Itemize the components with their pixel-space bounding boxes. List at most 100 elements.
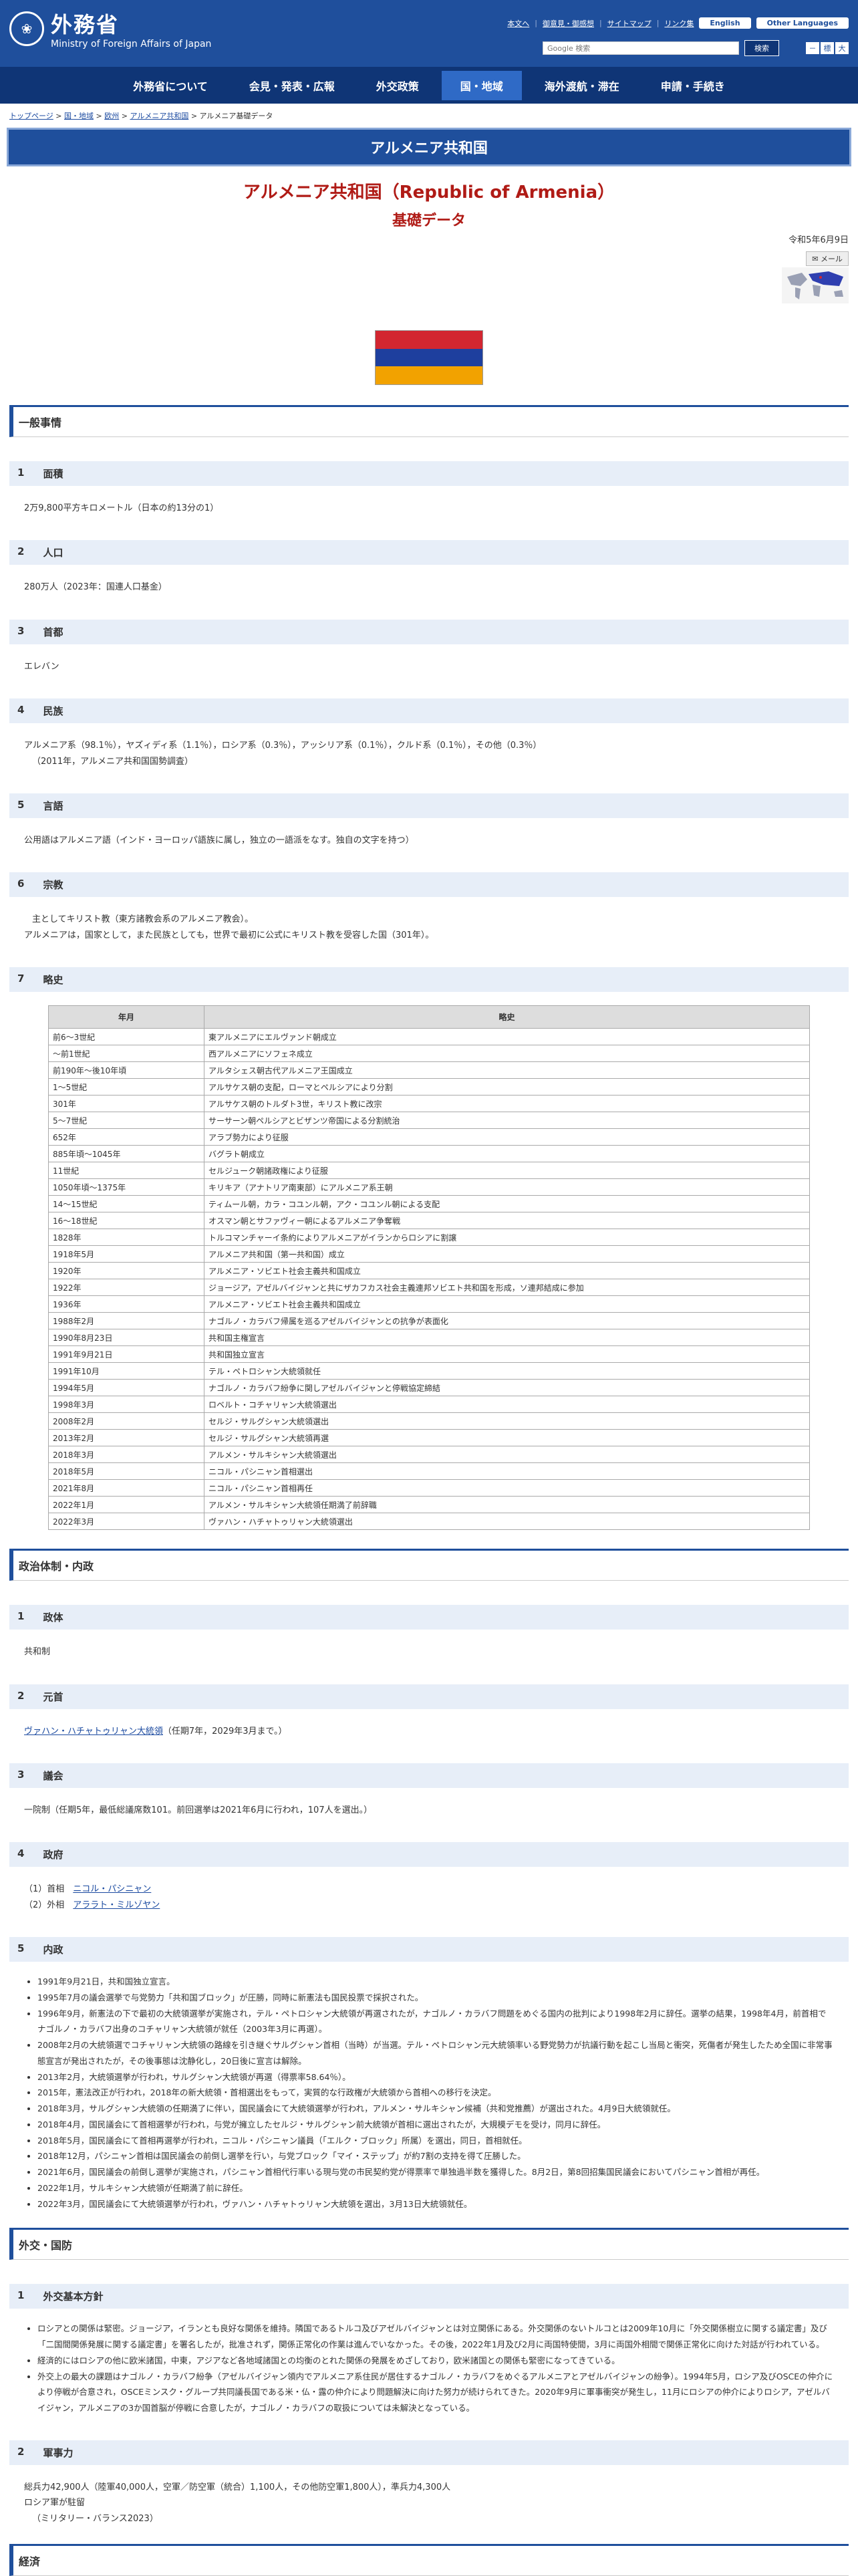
president-link[interactable]: ヴァハン・ハチャトゥリャン大統領: [24, 1726, 163, 1736]
logo-title-en: Ministry of Foreign Affairs of Japan: [51, 39, 212, 49]
link-links[interactable]: リンク集: [664, 18, 694, 29]
heading-foreign-policy: 1 外交基本方針: [9, 2284, 849, 2309]
history-row: 1828年 トルコマンチャーイ条約によりアルメニアがイランからロシアに割譲: [48, 1229, 810, 1247]
heading-population: 2 人口: [9, 540, 849, 565]
page-title: アルメニア共和国（Republic of Armenia）: [243, 182, 615, 203]
history-event: アルメン・サルキシャン大統領選出: [204, 1446, 810, 1464]
heading-language: 5 言語: [9, 793, 849, 818]
english-button[interactable]: English: [699, 17, 751, 29]
nav-about[interactable]: 外務省について: [114, 71, 227, 100]
government-text: （1）首相 ニコル・パシニャン （2）外相 アララト・ミルゾヤン: [24, 1884, 160, 1910]
heading-domestic: 5 内政: [9, 1937, 849, 1962]
heading-government: 4 政府: [9, 1842, 849, 1867]
history-row: 301年 アルサケス朝のトルダト3世，キリスト教に改宗: [48, 1095, 810, 1113]
history-year: 2008年2月: [48, 1412, 204, 1430]
nav-policy[interactable]: 外交政策: [358, 71, 438, 100]
ethnicity-text: アルメニア系（98.1％），ヤズィディ系（1.1％），ロシア系（0.3％），アッ…: [24, 741, 542, 767]
history-event: 共和国独立宣言: [204, 1345, 810, 1364]
utility-links: 本文へ | 御意見・御感想 | サイトマップ | リンク集 English Other…: [507, 17, 849, 29]
list-item: 2018年5月，国民議会にて首相再選挙が行われ，ニコル・パシニャン議員（「エルク…: [37, 2133, 834, 2149]
link-sitemap[interactable]: サイトマップ: [607, 18, 652, 29]
history-event: ロベルト・コチャリャン大統領選出: [204, 1396, 810, 1414]
mofa-logo[interactable]: ❀ 外務省 Ministry of Foreign Affairs of Jap…: [9, 8, 211, 49]
history-year: 652年: [48, 1128, 204, 1146]
history-row: 1991年9月21日 共和国独立宣言: [48, 1345, 810, 1364]
history-event: アルメン・サルキシャン大統領任期満了前辞職: [204, 1496, 810, 1514]
history-year: 1990年8月23日: [48, 1329, 204, 1347]
nav-procedures[interactable]: 申請・手続き: [642, 71, 744, 100]
history-year: 1936年: [48, 1295, 204, 1313]
section-politics: 政治体制・内政: [9, 1549, 849, 1581]
history-row: 1050年頃～1375年 キリキア（アナトリア南東部）にアルメニア系王朝: [48, 1178, 810, 1196]
list-item: 2013年2月，大統領選挙が行われ，サルグシャン大統領が再選（得票率58.64％…: [37, 2069, 834, 2085]
polity-text: 共和制: [24, 1647, 51, 1658]
history-event: アルメニア・ソビエト社会主義共和国成立: [204, 1295, 810, 1313]
search-input[interactable]: Google 検索: [543, 41, 739, 55]
list-item: 外交上の最大の課題はナゴルノ・カラバフ紛争（アゼルバイジャン領内でアルメニア系住…: [37, 2369, 834, 2416]
history-table: 年月 略史 前6～3世紀 東アルメニアにエルヴァンド朝成立 ～前1世紀 西アルメニアに…: [48, 1005, 810, 1531]
heading-history: 7 略史: [9, 967, 849, 993]
history-event: 東アルメニアにエルヴァンド朝成立: [204, 1028, 810, 1046]
foreign-minister-link[interactable]: アララト・ミルゾヤン: [73, 1900, 160, 1910]
breadcrumb-countries[interactable]: 国・地域: [64, 112, 94, 120]
history-col-event: 略史: [204, 1005, 810, 1029]
site-header: ❀ 外務省 Ministry of Foreign Affairs of Jap…: [0, 0, 858, 67]
font-larger-button[interactable]: 大: [835, 42, 849, 54]
history-event: アルタシェス朝古代アルメニア王国成立: [204, 1061, 810, 1079]
history-year: 1988年2月: [48, 1312, 204, 1330]
head-of-state-text: ヴァハン・ハチャトゥリャン大統領（任期7年，2029年3月まで。）: [24, 1726, 287, 1736]
history-year: 2018年3月: [48, 1446, 204, 1464]
world-map-icon[interactable]: [782, 267, 849, 303]
heading-polity: 1 政体: [9, 1605, 849, 1630]
prime-minister-link[interactable]: ニコル・パシニャン: [73, 1884, 151, 1894]
history-row: 2022年1月 アルメン・サルキシャン大統領任期満了前辞職: [48, 1496, 810, 1514]
history-row: 2018年3月 アルメン・サルキシャン大統領選出: [48, 1446, 810, 1464]
history-event: ナゴルノ・カラバフ紛争に関しアゼルバイジャンと停戦協定締結: [204, 1379, 810, 1397]
history-event: テル・ペトロシャン大統領就任: [204, 1362, 810, 1380]
heading-head-of-state: 2 元首: [9, 1684, 849, 1709]
font-smaller-button[interactable]: －: [806, 42, 819, 54]
history-event: ニコル・パシニャン首相再任: [204, 1479, 810, 1497]
country-title-bar: アルメニア共和国: [7, 128, 851, 166]
military-text: 総兵力42,900人（陸軍40,000人，空軍／防空軍（統合）1,100人，その…: [24, 2482, 451, 2524]
flag-stripe-orange: [376, 366, 482, 384]
nav-countries[interactable]: 国・地域: [441, 70, 522, 100]
breadcrumb-europe[interactable]: 欧州: [104, 112, 119, 120]
history-event: 共和国主権宣言: [204, 1329, 810, 1347]
font-size-controls: － 標 大: [806, 42, 849, 54]
nav-press[interactable]: 会見・発表・広報: [231, 71, 353, 100]
history-row: ～前1世紀 西アルメニアにソフェネ成立: [48, 1045, 810, 1063]
list-item: 2018年3月，サルグシャン大統領の任期満了に伴い，国民議会にて大統領選挙が行わ…: [37, 2101, 834, 2117]
history-event: アルメニア共和国（第一共和国）成立: [204, 1245, 810, 1263]
area-text: 2万9,800平方キロメートル（日本の約13分の1）: [24, 503, 219, 513]
history-year: 1828年: [48, 1229, 204, 1247]
list-item: 1995年7月の議会選挙で与党勢力「共和国ブロック」が圧勝，同時に新憲法も国民投…: [37, 1990, 834, 2006]
mail-button[interactable]: ✉ メール: [806, 251, 849, 266]
history-row: 1990年8月23日 共和国主権宣言: [48, 1329, 810, 1347]
history-year: 1991年9月21日: [48, 1345, 204, 1364]
font-normal-button[interactable]: 標: [821, 42, 834, 54]
section-general: 一般事情: [9, 405, 849, 437]
history-event: トルコマンチャーイ条約によりアルメニアがイランからロシアに割譲: [204, 1229, 810, 1247]
history-event: アルメニア・ソビエト社会主義共和国成立: [204, 1262, 810, 1280]
history-event: ニコル・パシニャン首相選出: [204, 1462, 810, 1480]
history-row: 2022年3月 ヴァハン・ハチャトゥリャン大統領選出: [48, 1513, 810, 1531]
history-year: 前6～3世紀: [48, 1028, 204, 1046]
history-event: セルジ・サルグシャン大統領選出: [204, 1412, 810, 1430]
other-languages-button[interactable]: Other Languages: [756, 17, 849, 29]
history-event: ヴァハン・ハチャトゥリャン大統領選出: [204, 1513, 810, 1531]
history-year: 1918年5月: [48, 1245, 204, 1263]
breadcrumb-top[interactable]: トップページ: [9, 112, 53, 120]
link-feedback[interactable]: 御意見・御感想: [543, 18, 594, 29]
history-row: 2013年2月 セルジ・サルグシャン大統領再選: [48, 1429, 810, 1447]
search-button[interactable]: 検索: [744, 40, 779, 56]
history-year: 1～5世紀: [48, 1078, 204, 1096]
nav-travel[interactable]: 海外渡航・滞在: [526, 71, 638, 100]
history-row: 14～15世紀 ティムール朝，カラ・コユンル朝，アク・コユンル朝による支配: [48, 1195, 810, 1213]
religion-text: 主としてキリスト教（東方諸教会系のアルメニア教会）。 アルメニアは，国家として，…: [24, 914, 434, 940]
history-row: 5～7世紀 サーサーン朝ペルシアとビザンツ帝国による分割統治: [48, 1112, 810, 1130]
breadcrumb-armenia[interactable]: アルメニア共和国: [130, 112, 188, 120]
history-row: 1～5世紀 アルサケス朝の支配，ローマとペルシアにより分割: [48, 1078, 810, 1096]
link-main-content[interactable]: 本文へ: [507, 18, 529, 29]
history-year: 2022年1月: [48, 1496, 204, 1514]
